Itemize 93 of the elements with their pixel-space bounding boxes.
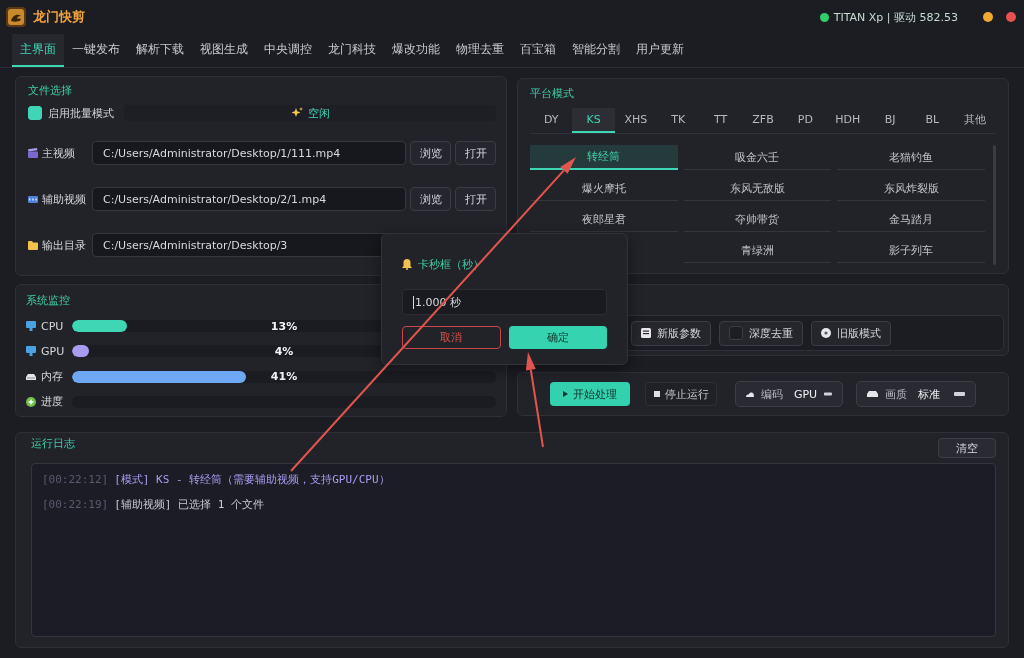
panel-title: 系统监控 [26, 294, 70, 307]
meter-label: 内存 [41, 369, 64, 384]
meter-label: 进度 [41, 394, 64, 409]
mode-option[interactable]: 东风无敌版 [683, 176, 832, 201]
nav-tab[interactable]: 龙门科技 [320, 34, 384, 67]
disc-icon [821, 328, 831, 338]
select-dropdown[interactable]: 编码 GPU [735, 381, 843, 407]
browse-button[interactable]: 浏览 [410, 187, 451, 211]
browse-button[interactable]: 浏览 [410, 141, 451, 165]
platform-tab[interactable]: TT [699, 108, 742, 133]
folder-icon [28, 240, 38, 250]
close-button[interactable] [1006, 12, 1016, 22]
drive-icon [867, 391, 878, 397]
checkbox-label: 启用批量模式 [48, 105, 114, 121]
cloud-icon [746, 390, 754, 398]
nav-tab[interactable]: 主界面 [12, 34, 64, 67]
log-timestamp: [00:22:19] [42, 498, 109, 512]
mode-option[interactable]: 爆火摩托 [530, 176, 678, 201]
dropdown-indicator-icon [954, 392, 965, 396]
meter-label: CPU [41, 319, 65, 333]
mode-option[interactable]: 吸金六壬 [683, 145, 832, 170]
select-dropdown[interactable]: 画质 标准 [856, 381, 976, 407]
platform-tab[interactable]: PD [784, 108, 827, 133]
meter-label: GPU [41, 344, 66, 358]
status-dot-icon [819, 12, 829, 22]
stop-button[interactable]: 停止运行 [645, 382, 717, 406]
status-text: 空闲 [307, 105, 330, 121]
minimize-button[interactable] [983, 12, 993, 22]
gpu-status-text: TITAN Xp | 驱动 582.53 [833, 9, 958, 25]
platform-tab[interactable]: ZFB [741, 108, 785, 133]
log-message: [辅助视频] 已选择 1 个文件 [114, 498, 264, 512]
sparkle-icon [290, 107, 303, 119]
option-button[interactable]: 新版参数 [631, 320, 711, 346]
platform-tab[interactable]: KS [572, 108, 615, 133]
mode-option[interactable]: 东风炸裂版 [837, 176, 985, 201]
mode-option[interactable]: 夺帅带货 [683, 207, 832, 232]
open-button[interactable]: 打开 [455, 187, 496, 211]
nav-tab[interactable]: 中央调控 [256, 34, 320, 67]
meter-reading: 13% [270, 319, 298, 333]
stop-icon [653, 391, 660, 397]
option-button[interactable]: 旧版模式 [811, 320, 891, 346]
logo-icon [6, 7, 26, 27]
confirm-button[interactable]: 确定 [508, 326, 607, 349]
start-button[interactable]: 开始处理 [550, 382, 630, 406]
nav-tab[interactable]: 物理去重 [448, 34, 512, 67]
mode-option[interactable]: 青绿洲 [683, 238, 832, 263]
platform-tab[interactable]: XHS [614, 108, 658, 133]
checkbox[interactable] [28, 106, 42, 120]
monitor-icon [26, 321, 36, 331]
app-title: 龙门快剪 [33, 8, 85, 26]
mode-option[interactable]: 老猫钓鱼 [837, 145, 985, 170]
plus-circle-icon [26, 396, 36, 407]
platform-tab[interactable]: DY [530, 108, 573, 133]
platform-tab[interactable]: 其他 [953, 108, 996, 133]
bell-icon [402, 259, 412, 270]
dropdown-indicator-icon [824, 392, 832, 396]
platform-tab[interactable]: BJ [868, 108, 912, 133]
platform-tab[interactable]: BL [911, 108, 954, 133]
clear-button[interactable]: 清空 [938, 438, 996, 458]
log-message: [模式] KS - 转经筒（需要辅助视频，支持GPU/CPU） [114, 473, 390, 487]
play-icon [563, 391, 568, 397]
panel-title: 平台模式 [530, 87, 574, 100]
meter-reading: 4% [274, 344, 294, 358]
document-icon [641, 328, 651, 338]
checkbox-toggle[interactable]: 深度去重 [719, 320, 803, 346]
nav-tab[interactable]: 用户更新 [628, 34, 692, 67]
nav-tab[interactable]: 爆改功能 [384, 34, 448, 67]
field-label: 主视频 [42, 145, 75, 161]
panel-title: 运行日志 [31, 437, 75, 450]
log-timestamp: [00:22:12] [42, 473, 109, 487]
path-field[interactable]: C:/Users/Administrator/Desktop/1/111.mp4 [92, 141, 406, 165]
meter-reading: 41% [270, 370, 298, 383]
monitor-icon [26, 346, 36, 356]
mode-option[interactable]: 金马踏月 [837, 207, 985, 232]
mode-option[interactable]: 夜郎星君 [530, 207, 678, 232]
nav-tab[interactable]: 智能分割 [564, 34, 628, 67]
path-field[interactable]: C:/Users/Administrator/Desktop/2/1.mp4 [92, 187, 406, 211]
nav-tab[interactable]: 百宝箱 [512, 34, 564, 67]
drive-icon [26, 373, 36, 380]
film-strip-icon [28, 195, 38, 203]
clapperboard-icon [28, 148, 38, 158]
field-label: 输出目录 [42, 237, 86, 253]
nav-tab[interactable]: 一键发布 [64, 34, 128, 67]
mode-option[interactable]: 转经筒 [530, 145, 678, 170]
panel-title: 文件选择 [28, 84, 72, 97]
nav-tab[interactable]: 解析下载 [128, 34, 192, 67]
cancel-button[interactable]: 取消 [402, 326, 501, 349]
platform-tab[interactable]: TK [657, 108, 700, 133]
field-label: 辅助视频 [42, 191, 86, 207]
mode-option[interactable]: 影子列车 [837, 238, 985, 263]
open-button[interactable]: 打开 [455, 141, 496, 165]
platform-tab[interactable]: HDH [826, 108, 869, 133]
nav-tab[interactable]: 视图生成 [192, 34, 256, 67]
